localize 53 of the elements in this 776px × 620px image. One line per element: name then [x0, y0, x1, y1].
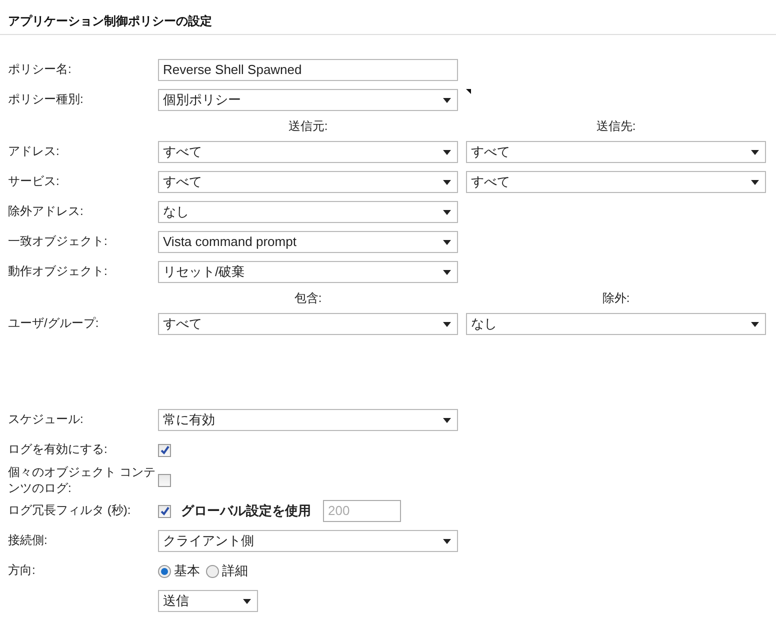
field-label: ユーザ/グループ: — [8, 316, 99, 330]
dropdown[interactable]: すべて — [158, 313, 458, 335]
field-label: 接続側: — [8, 533, 48, 548]
field-label: 動作オブジェクト: — [8, 264, 108, 278]
dropdown[interactable]: なし — [158, 201, 458, 223]
dropdown[interactable]: 常に有効 — [158, 409, 458, 431]
caret-icon — [443, 538, 451, 544]
caret-icon — [751, 322, 759, 326]
checkbox[interactable] — [158, 444, 171, 456]
caret-icon — [751, 150, 759, 154]
dropdown[interactable]: リセット/破棄 — [158, 261, 458, 283]
field-label: サービス: — [8, 174, 60, 188]
field-label: ログ冗長フィルタ (秒): — [8, 503, 131, 518]
caret-icon — [443, 210, 451, 214]
dropdown[interactable]: すべて — [158, 141, 458, 163]
dropdown[interactable]: なし — [466, 313, 766, 335]
field-label: アドレス: — [8, 144, 60, 158]
radio-button[interactable] — [206, 564, 219, 578]
caret-icon — [751, 180, 759, 184]
column-heading: 包含: — [294, 291, 322, 305]
field-label: スケジュール: — [8, 412, 84, 426]
caret-icon — [443, 322, 451, 326]
caret-icon — [443, 270, 451, 274]
dropdown[interactable]: すべて — [466, 141, 766, 163]
caret-icon — [243, 598, 251, 604]
dropdown[interactable]: すべて — [466, 171, 766, 193]
column-heading: 除外: — [602, 291, 630, 305]
radio-label: 基本 — [174, 562, 200, 580]
field-label: ログを有効にする: — [8, 442, 108, 456]
column-heading: 送信元: — [288, 119, 328, 133]
radio-label: 詳細 — [222, 562, 248, 580]
caret-icon — [443, 180, 451, 184]
field-label: 除外アドレス: — [8, 204, 84, 218]
column-heading: 送信先: — [596, 119, 636, 133]
checkbox-label: グローバル設定を使用 — [181, 502, 311, 520]
field-label: 個々のオブジェクト コンテンツのログ: — [8, 465, 156, 495]
field-label: ポリシー名: — [8, 62, 72, 76]
dropdown[interactable]: クライアント側 — [158, 530, 458, 552]
dropdown[interactable]: すべて — [158, 171, 458, 193]
field-label: 方向: — [8, 563, 36, 578]
radio-button[interactable] — [158, 564, 171, 578]
caret-icon — [443, 240, 451, 244]
caret-icon — [443, 150, 451, 154]
caret-icon — [443, 418, 451, 422]
text-field[interactable]: Reverse Shell Spawned — [158, 59, 458, 81]
dropdown[interactable]: 個別ポリシー — [158, 89, 458, 111]
caret-icon — [443, 98, 451, 102]
checkbox[interactable] — [158, 474, 171, 488]
dropdown[interactable]: Vista command prompt — [158, 231, 458, 253]
page-title: アプリケーション制御ポリシーの設定 — [8, 13, 213, 30]
field-label: 一致オブジェクト: — [8, 234, 108, 248]
field-label: ポリシー種別: — [8, 92, 84, 106]
dropdown[interactable]: 送信 — [158, 590, 258, 612]
